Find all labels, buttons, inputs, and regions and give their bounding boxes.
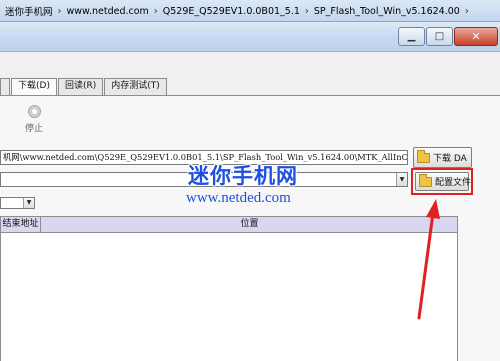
download-agent-button-label: 下载 DA — [433, 154, 467, 164]
tab-memory-test[interactable]: 内存测试(T) — [104, 78, 167, 95]
stop-icon — [27, 105, 41, 118]
watermark-url: www.netded.com — [186, 190, 291, 206]
stop-button[interactable]: 停止 — [21, 105, 47, 134]
window-controls: ▁ □ ✕ — [397, 27, 498, 46]
breadcrumb-item-tool[interactable]: SP_Flash_Tool_Win_v5.1624.00 — [311, 6, 463, 17]
side-panel — [458, 216, 500, 361]
chevron-right-icon[interactable]: › — [303, 6, 311, 17]
breadcrumb-item-firmware[interactable]: Q529E_Q529EV1.0.0B01_5.1 — [160, 6, 303, 17]
window-title-bar[interactable]: ▁ □ ✕ — [0, 22, 500, 52]
download-agent-button[interactable]: 下载 DA — [413, 147, 472, 168]
address-bar[interactable]: 迷你手机网 › www.netded.com › Q529E_Q529EV1.0… — [0, 0, 500, 22]
chevron-right-icon[interactable]: › — [56, 6, 64, 17]
folder-icon — [417, 149, 430, 163]
watermark-brand: 迷你手机网 — [188, 164, 298, 188]
tab-strip: 下载(D) 回读(R) 内存测试(T) — [0, 78, 168, 96]
minimize-button[interactable]: ▁ — [398, 27, 425, 46]
stop-label: 停止 — [24, 124, 43, 134]
tab-readback[interactable]: 回读(R) — [57, 78, 104, 95]
maximize-button[interactable]: □ — [426, 27, 453, 46]
breadcrumb: 迷你手机网 › www.netded.com › Q529E_Q529EV1.0… — [2, 4, 471, 19]
chevron-down-icon[interactable]: ▼ — [23, 198, 34, 208]
close-button[interactable]: ✕ — [454, 27, 498, 46]
chevron-down-icon[interactable]: ▼ — [396, 173, 407, 186]
highlight-box — [411, 168, 473, 195]
tab-download[interactable]: 下载(D) — [11, 78, 57, 96]
close-icon: ✕ — [471, 30, 481, 43]
maximize-icon: □ — [434, 30, 445, 42]
download-mode-dropdown[interactable]: ▼ — [0, 197, 35, 209]
chevron-right-icon[interactable]: › — [152, 6, 160, 17]
table-header: 结束地址 位置 — [1, 217, 457, 233]
breadcrumb-item-site[interactable]: 迷你手机网 — [2, 4, 56, 18]
breadcrumb-item-domain[interactable]: www.netded.com — [64, 6, 152, 17]
tab-welcome[interactable] — [0, 78, 10, 95]
chevron-right-icon[interactable]: › — [463, 6, 471, 17]
minimize-icon: ▁ — [407, 30, 416, 42]
partition-table[interactable]: 结束地址 位置 — [0, 216, 458, 361]
column-header-end-address[interactable]: 结束地址 — [1, 217, 41, 232]
column-header-location[interactable]: 位置 — [42, 217, 457, 232]
